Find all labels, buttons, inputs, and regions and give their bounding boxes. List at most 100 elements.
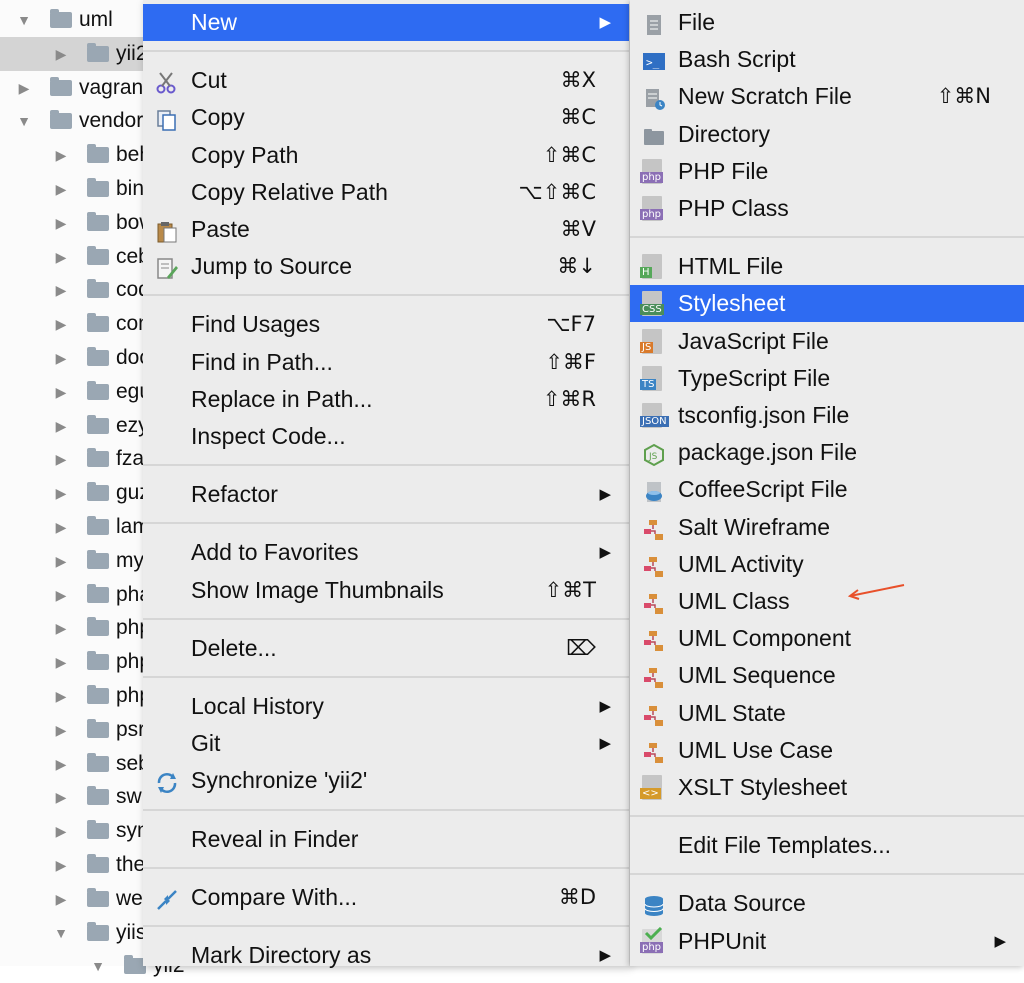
- expand-arrow-right-icon[interactable]: ▶: [51, 578, 71, 612]
- expand-arrow-right-icon[interactable]: ▶: [51, 713, 71, 747]
- menu-item-shortcut: ⌥F7: [546, 312, 596, 337]
- menu-item-compare-with[interactable]: Compare With... ⌘D: [143, 879, 629, 916]
- menu-item-uml-state[interactable]: UML State: [630, 695, 1024, 732]
- expand-arrow-right-icon[interactable]: ▶: [51, 341, 71, 375]
- menu-item-find-usages[interactable]: Find Usages ⌥F7: [143, 306, 629, 343]
- menu-item-label: Reveal in Finder: [191, 825, 359, 852]
- folder-icon: [87, 448, 109, 468]
- expand-arrow-right-icon[interactable]: ▶: [51, 37, 71, 71]
- compare-icon: [155, 886, 179, 910]
- menu-item-copy[interactable]: Copy ⌘C: [143, 99, 629, 136]
- expand-arrow-down-icon[interactable]: ▼: [51, 916, 71, 950]
- scratch-file-icon: [642, 85, 666, 111]
- expand-arrow-right-icon[interactable]: ▶: [51, 172, 71, 206]
- menu-item-uml-class[interactable]: UML Class: [630, 583, 1024, 620]
- menu-item-copy-relative-path[interactable]: Copy Relative Path ⌥⇧⌘C: [143, 174, 629, 211]
- menu-item-edit-file-templates[interactable]: Edit File Templates...: [630, 827, 1024, 864]
- menu-item-directory[interactable]: Directory: [630, 116, 1024, 153]
- submenu-arrow-icon: ▶: [599, 947, 611, 964]
- menu-item-jump-to-source[interactable]: Jump to Source ⌘↓: [143, 248, 629, 285]
- menu-item-show-image-thumbnails[interactable]: Show Image Thumbnails ⇧⌘T: [143, 572, 629, 609]
- menu-item-data-source[interactable]: Data Source: [630, 885, 1024, 922]
- expand-arrow-right-icon[interactable]: ▶: [51, 780, 71, 814]
- expand-arrow-right-icon[interactable]: ▶: [51, 882, 71, 916]
- expand-arrow-right-icon[interactable]: ▶: [51, 679, 71, 713]
- expand-arrow-right-icon[interactable]: ▶: [51, 273, 71, 307]
- menu-item-coffeescript-file[interactable]: CoffeeScript File: [630, 471, 1024, 508]
- submenu-arrow-icon: ▶: [599, 486, 611, 504]
- menu-item-label: Local History: [191, 693, 324, 719]
- menu-item-php-file[interactable]: php PHP File: [630, 153, 1024, 190]
- menu-item-bash-script[interactable]: >_ Bash Script: [630, 41, 1024, 78]
- expand-arrow-right-icon[interactable]: ▶: [51, 138, 71, 172]
- menu-item-salt-wireframe[interactable]: Salt Wireframe: [630, 509, 1024, 546]
- folder-icon: [87, 617, 109, 637]
- menu-item-delete[interactable]: Delete... ⌦: [143, 630, 629, 667]
- menu-item-phpunit[interactable]: php PHPUnit ▶: [630, 923, 1024, 960]
- expand-arrow-right-icon[interactable]: ▶: [51, 206, 71, 240]
- menu-item-find-in-path[interactable]: Find in Path... ⇧⌘F: [143, 344, 629, 381]
- expand-arrow-right-icon[interactable]: ▶: [14, 71, 34, 105]
- menu-item-paste[interactable]: Paste ⌘V: [143, 211, 629, 248]
- menu-item-uml-activity[interactable]: UML Activity: [630, 546, 1024, 583]
- folder-icon: [642, 123, 666, 147]
- menu-item-shortcut: ⇧⌘N: [936, 84, 991, 109]
- expand-arrow-right-icon[interactable]: ▶: [51, 375, 71, 409]
- expand-arrow-right-icon[interactable]: ▶: [51, 544, 71, 578]
- submenu-arrow-icon: ▶: [599, 14, 611, 31]
- css-file-icon: CSS: [640, 291, 664, 317]
- expand-arrow-right-icon[interactable]: ▶: [51, 442, 71, 476]
- menu-item-local-history[interactable]: Local History ▶: [143, 688, 629, 725]
- menu-item-php-class[interactable]: php PHP Class: [630, 190, 1024, 227]
- menu-item-label: JavaScript File: [678, 327, 829, 354]
- menu-item-package-json-file[interactable]: JS package.json File: [630, 434, 1024, 471]
- nodejs-icon: JS: [642, 441, 666, 467]
- expand-arrow-right-icon[interactable]: ▶: [51, 409, 71, 443]
- menu-separator: [143, 464, 629, 467]
- menu-item-replace-in-path[interactable]: Replace in Path... ⇧⌘R: [143, 381, 629, 418]
- expand-arrow-right-icon[interactable]: ▶: [51, 848, 71, 882]
- expand-arrow-right-icon[interactable]: ▶: [51, 645, 71, 679]
- menu-item-label: Git: [191, 730, 221, 757]
- menu-item-refactor[interactable]: Refactor ▶: [143, 476, 629, 513]
- menu-item-label: New: [191, 9, 238, 35]
- menu-item-html-file[interactable]: H HTML File: [630, 248, 1024, 285]
- menu-item-typescript-file[interactable]: TS TypeScript File: [630, 360, 1024, 397]
- expand-arrow-right-icon[interactable]: ▶: [51, 510, 71, 544]
- annotation-arrow: [847, 584, 905, 600]
- expand-arrow-down-icon[interactable]: ▼: [88, 949, 108, 983]
- expand-arrow-right-icon[interactable]: ▶: [51, 476, 71, 510]
- menu-item-tsconfig-json-file[interactable]: JSON tsconfig.json File: [630, 397, 1024, 434]
- menu-item-new-scratch-file[interactable]: New Scratch File ⇧⌘N: [630, 78, 1024, 115]
- menu-item-label: Jump to Source: [191, 253, 353, 280]
- menu-item-add-to-favorites[interactable]: Add to Favorites ▶: [143, 534, 629, 571]
- menu-item-reveal-in-finder[interactable]: Reveal in Finder: [143, 821, 629, 858]
- menu-item-xslt-stylesheet[interactable]: <> XSLT Stylesheet: [630, 769, 1024, 806]
- expand-arrow-down-icon[interactable]: ▼: [14, 3, 34, 37]
- menu-item-synchronize-yii2[interactable]: Synchronize 'yii2': [143, 762, 629, 799]
- menu-item-uml-use-case[interactable]: UML Use Case: [630, 732, 1024, 769]
- file-icon: [642, 11, 666, 35]
- menu-item-mark-directory-as[interactable]: Mark Directory as ▶: [143, 937, 629, 974]
- expand-arrow-right-icon[interactable]: ▶: [51, 611, 71, 645]
- menu-item-inspect-code[interactable]: Inspect Code...: [143, 418, 629, 455]
- expand-arrow-down-icon[interactable]: ▼: [14, 104, 34, 138]
- menu-item-uml-component[interactable]: UML Component: [630, 620, 1024, 657]
- menu-item-new[interactable]: New ▶: [143, 4, 629, 41]
- expand-arrow-right-icon[interactable]: ▶: [51, 814, 71, 848]
- expand-arrow-right-icon[interactable]: ▶: [51, 307, 71, 341]
- menu-item-uml-sequence[interactable]: UML Sequence: [630, 657, 1024, 694]
- menu-item-copy-path[interactable]: Copy Path ⇧⌘C: [143, 137, 629, 174]
- menu-item-git[interactable]: Git ▶: [143, 725, 629, 762]
- menu-item-javascript-file[interactable]: JS JavaScript File: [630, 323, 1024, 360]
- menu-item-stylesheet[interactable]: CSS Stylesheet: [630, 285, 1024, 323]
- menu-item-cut[interactable]: Cut ⌘X: [143, 62, 629, 99]
- expand-arrow-right-icon[interactable]: ▶: [51, 240, 71, 274]
- menu-item-label: Paste: [191, 216, 250, 242]
- submenu-arrow-icon: ▶: [994, 932, 1006, 950]
- menu-item-label: File: [678, 9, 716, 35]
- menu-item-label: Directory: [678, 120, 771, 147]
- uml-icon: [642, 664, 666, 689]
- menu-item-file[interactable]: File: [630, 4, 1024, 41]
- expand-arrow-right-icon[interactable]: ▶: [51, 747, 71, 781]
